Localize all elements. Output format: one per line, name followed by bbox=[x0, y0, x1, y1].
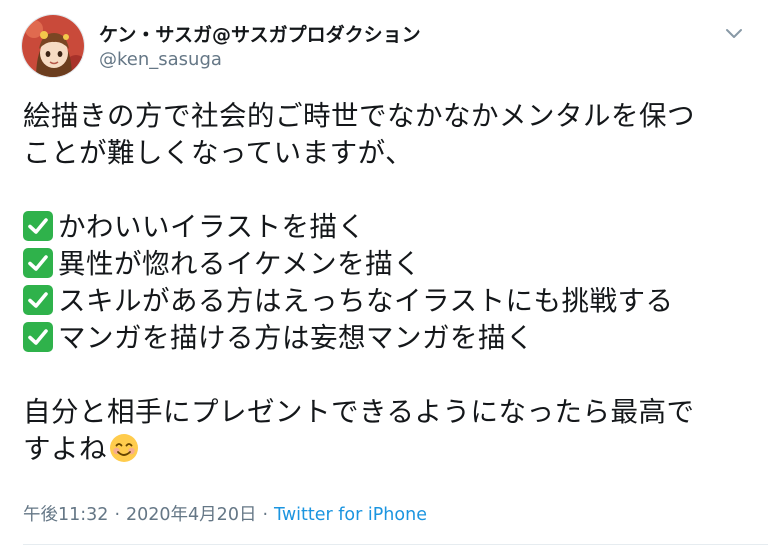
avatar-illustration bbox=[22, 15, 84, 77]
tweet-metadata: 午後11:32 · 2020年4月20日 · Twitter for iPhone bbox=[23, 501, 427, 526]
tweet-source-link[interactable]: Twitter for iPhone bbox=[274, 505, 427, 525]
tweet-time[interactable]: 午後11:32 bbox=[23, 505, 108, 525]
checklist-item: かわいいイラストを描く bbox=[23, 209, 753, 246]
checklist-item-text: マンガを描ける方は妄想マンガを描く bbox=[58, 322, 534, 354]
tweet-date[interactable]: 2020年4月20日 bbox=[126, 505, 256, 525]
checklist-item-text: スキルがある方はえっちなイラストにも挑戦する bbox=[58, 285, 674, 317]
checklist-item-text: かわいいイラストを描く bbox=[58, 211, 366, 243]
checklist-item-text: 異性が惚れるイケメンを描く bbox=[58, 248, 422, 280]
avatar[interactable] bbox=[21, 14, 85, 78]
tweet-text-line: すよね bbox=[23, 431, 753, 468]
divider bbox=[23, 544, 768, 545]
tweet-text: 絵描きの方で社会的ご時世でなかなかメンタルを保つ ことが難しくなっていますが、 … bbox=[23, 98, 753, 468]
meta-separator: · bbox=[114, 505, 121, 525]
checklist-item: スキルがある方はえっちなイラストにも挑戦する bbox=[23, 283, 753, 320]
smiling-face-icon bbox=[109, 433, 139, 463]
check-mark-icon bbox=[23, 248, 53, 278]
checklist-item: マンガを描ける方は妄想マンガを描く bbox=[23, 320, 753, 357]
tweet-card: ケン・サスガ@サスガプロダクション @ken_sasuga 絵描きの方で社会的ご… bbox=[0, 0, 768, 549]
tweet-text-fragment: すよね bbox=[23, 433, 107, 465]
meta-separator: · bbox=[262, 505, 269, 525]
checklist-item: 異性が惚れるイケメンを描く bbox=[23, 246, 753, 283]
check-mark-icon bbox=[23, 211, 53, 241]
display-name[interactable]: ケン・サスガ@サスガプロダクション bbox=[99, 20, 421, 47]
tweet-text-line: 自分と相手にプレゼントできるようになったら最高で bbox=[23, 396, 695, 428]
check-mark-icon bbox=[23, 285, 53, 315]
user-handle[interactable]: @ken_sasuga bbox=[99, 49, 222, 70]
check-mark-icon bbox=[23, 322, 53, 352]
tweet-text-line: 絵描きの方で社会的ご時世でなかなかメンタルを保つ bbox=[23, 100, 695, 132]
tweet-text-line: ことが難しくなっていますが、 bbox=[23, 137, 414, 169]
chevron-down-icon[interactable] bbox=[720, 22, 748, 46]
